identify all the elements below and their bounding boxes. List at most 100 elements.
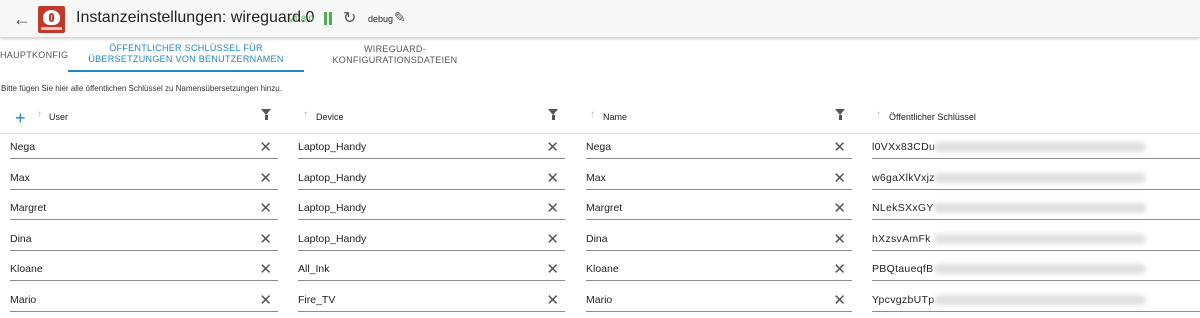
public-key-field[interactable]: l0VXx83CDu <box>872 139 1200 159</box>
clear-icon[interactable]: ✕ <box>833 260 846 278</box>
sort-arrow-icon[interactable]: ↑ <box>303 109 308 120</box>
device-field[interactable]: Fire_TV ✕ <box>298 292 565 312</box>
user-field[interactable]: Mario ✕ <box>10 292 278 312</box>
table-row: Margret ✕ Laptop_Handy ✕ Margret ✕ NLekSXxGY <box>0 195 1200 225</box>
clear-icon[interactable]: ✕ <box>833 199 846 217</box>
clear-icon[interactable]: ✕ <box>833 138 846 156</box>
public-key-field[interactable]: NLekSXxGY <box>872 200 1200 220</box>
name-field-value: Mario <box>586 293 613 306</box>
public-key-field[interactable]: w6gaXlkVxjz <box>872 170 1200 190</box>
user-field-value: Max <box>10 171 30 184</box>
name-field-value: Kloane <box>586 263 619 275</box>
name-field-value: Max <box>586 171 606 184</box>
column-header-user[interactable]: User <box>49 112 68 122</box>
sort-arrow-icon[interactable]: ↑ <box>590 109 595 120</box>
clear-icon[interactable]: ✕ <box>546 138 559 156</box>
device-field[interactable]: Laptop_Handy ✕ <box>298 200 565 220</box>
user-field[interactable]: Nega ✕ <box>10 139 278 159</box>
clear-icon[interactable]: ✕ <box>259 230 272 248</box>
name-field[interactable]: Nega ✕ <box>586 139 852 159</box>
clear-icon[interactable]: ✕ <box>259 169 272 187</box>
clear-icon[interactable]: ✕ <box>833 291 846 309</box>
tab-public-keys[interactable]: ÖFFENTLICHER SCHLÜSSEL FÜR ÜBERSETZUNGEN… <box>68 38 304 72</box>
hint-text: Bitte fügen Sie hier alle öffentlichen S… <box>1 84 282 93</box>
wireguard-logo <box>38 6 65 33</box>
name-field-value: Dina <box>586 232 608 245</box>
clear-icon[interactable]: ✕ <box>546 291 559 309</box>
device-field[interactable]: All_Ink ✕ <box>298 261 565 281</box>
column-header-public-key[interactable]: Öffentlicher Schlüssel <box>889 112 976 122</box>
user-field-value: Kloane <box>10 263 43 275</box>
user-field[interactable]: Kloane ✕ <box>10 261 278 281</box>
log-level-label: debug <box>368 14 394 24</box>
table-row: Mario ✕ Fire_TV ✕ Mario ✕ YpcvgzbUTp <box>0 287 1200 317</box>
title-bar: ← Instanzeinstellungen: wireguard.0 v1.8… <box>0 0 1200 38</box>
filter-icon[interactable] <box>261 109 272 120</box>
clear-icon[interactable]: ✕ <box>259 291 272 309</box>
public-key-value: w6gaXlkVxjz <box>872 171 935 184</box>
device-field-value: Fire_TV <box>298 293 336 306</box>
table-row: Kloane ✕ All_Ink ✕ Kloane ✕ PBQtaueqfB <box>0 256 1200 286</box>
user-field[interactable]: Max ✕ <box>10 170 278 190</box>
edit-pencil-icon[interactable]: ✎ <box>394 9 406 26</box>
name-field[interactable]: Margret ✕ <box>586 200 852 220</box>
column-header-name[interactable]: Name <box>603 112 627 122</box>
name-field[interactable]: Dina ✕ <box>586 231 852 251</box>
clear-icon[interactable]: ✕ <box>546 230 559 248</box>
pause-icon[interactable] <box>323 12 333 25</box>
device-field-value: Laptop_Handy <box>298 171 367 184</box>
table-header: + ↑ User ↑ Device ↑ Name ↑ Öffentlicher … <box>0 102 1200 134</box>
clear-icon[interactable]: ✕ <box>833 230 846 248</box>
redacted-blur <box>934 264 1146 274</box>
user-field[interactable]: Dina ✕ <box>10 231 278 251</box>
clear-icon[interactable]: ✕ <box>546 169 559 187</box>
device-field[interactable]: Laptop_Handy ✕ <box>298 170 565 190</box>
public-key-value: NLekSXxGY <box>872 202 934 214</box>
name-field[interactable]: Kloane ✕ <box>586 261 852 281</box>
tab-public-keys-label: ÖFFENTLICHER SCHLÜSSEL FÜR ÜBERSETZUNGEN… <box>88 43 284 64</box>
sort-arrow-icon[interactable]: ↑ <box>37 109 42 120</box>
column-header-device[interactable]: Device <box>316 112 344 122</box>
table-row: Dina ✕ Laptop_Handy ✕ Dina ✕ hXzsvAmFk <box>0 226 1200 256</box>
clear-icon[interactable]: ✕ <box>833 169 846 187</box>
add-row-icon[interactable]: + <box>15 108 26 129</box>
clear-icon[interactable]: ✕ <box>259 138 272 156</box>
device-field[interactable]: Laptop_Handy ✕ <box>298 139 565 159</box>
tab-config-files[interactable]: WIREGUARD-KONFIGURATIONSDATEIEN <box>305 38 485 72</box>
page-title: Instanzeinstellungen: wireguard.0 <box>76 9 315 26</box>
name-field-value: Nega <box>586 141 612 153</box>
user-field[interactable]: Margret ✕ <box>10 200 278 220</box>
name-field-value: Margret <box>586 202 623 214</box>
redacted-blur <box>934 142 1146 152</box>
public-key-field[interactable]: PBQtaueqfB <box>872 261 1200 281</box>
redacted-blur <box>934 203 1146 213</box>
name-field[interactable]: Max ✕ <box>586 170 852 190</box>
name-field[interactable]: Mario ✕ <box>586 292 852 312</box>
filter-icon[interactable] <box>835 109 846 120</box>
reload-icon[interactable]: ↻ <box>343 8 356 28</box>
clear-icon[interactable]: ✕ <box>546 199 559 217</box>
clear-icon[interactable]: ✕ <box>259 260 272 278</box>
table-row: Nega ✕ Laptop_Handy ✕ Nega ✕ l0VXx83CDu <box>0 134 1200 164</box>
tab-bar: HAUPTKONFIG ÖFFENTLICHER SCHLÜSSEL FÜR Ü… <box>0 38 1200 72</box>
sort-arrow-icon[interactable]: ↑ <box>876 109 881 120</box>
redacted-blur <box>934 172 1146 183</box>
filter-icon[interactable] <box>548 109 559 120</box>
user-field-value: Nega <box>10 141 36 153</box>
public-key-field[interactable]: hXzsvAmFk <box>872 231 1200 251</box>
device-field-value: Laptop_Handy <box>298 202 367 214</box>
device-field-value: All_Ink <box>298 263 330 275</box>
public-key-value: YpcvgzbUTp <box>872 293 935 306</box>
back-arrow-icon[interactable]: ← <box>12 8 32 30</box>
clear-icon[interactable]: ✕ <box>546 260 559 278</box>
table-row: Max ✕ Laptop_Handy ✕ Max ✕ w6gaXlkVxjz <box>0 165 1200 195</box>
public-key-value: hXzsvAmFk <box>872 232 931 245</box>
redacted-blur <box>934 294 1146 305</box>
user-field-value: Dina <box>10 232 32 245</box>
clear-icon[interactable]: ✕ <box>259 199 272 217</box>
device-field[interactable]: Laptop_Handy ✕ <box>298 231 565 251</box>
public-key-value: PBQtaueqfB <box>872 263 934 275</box>
public-key-field[interactable]: YpcvgzbUTp <box>872 292 1200 312</box>
tab-main-config[interactable]: HAUPTKONFIG <box>0 38 68 72</box>
user-field-value: Mario <box>10 293 37 306</box>
